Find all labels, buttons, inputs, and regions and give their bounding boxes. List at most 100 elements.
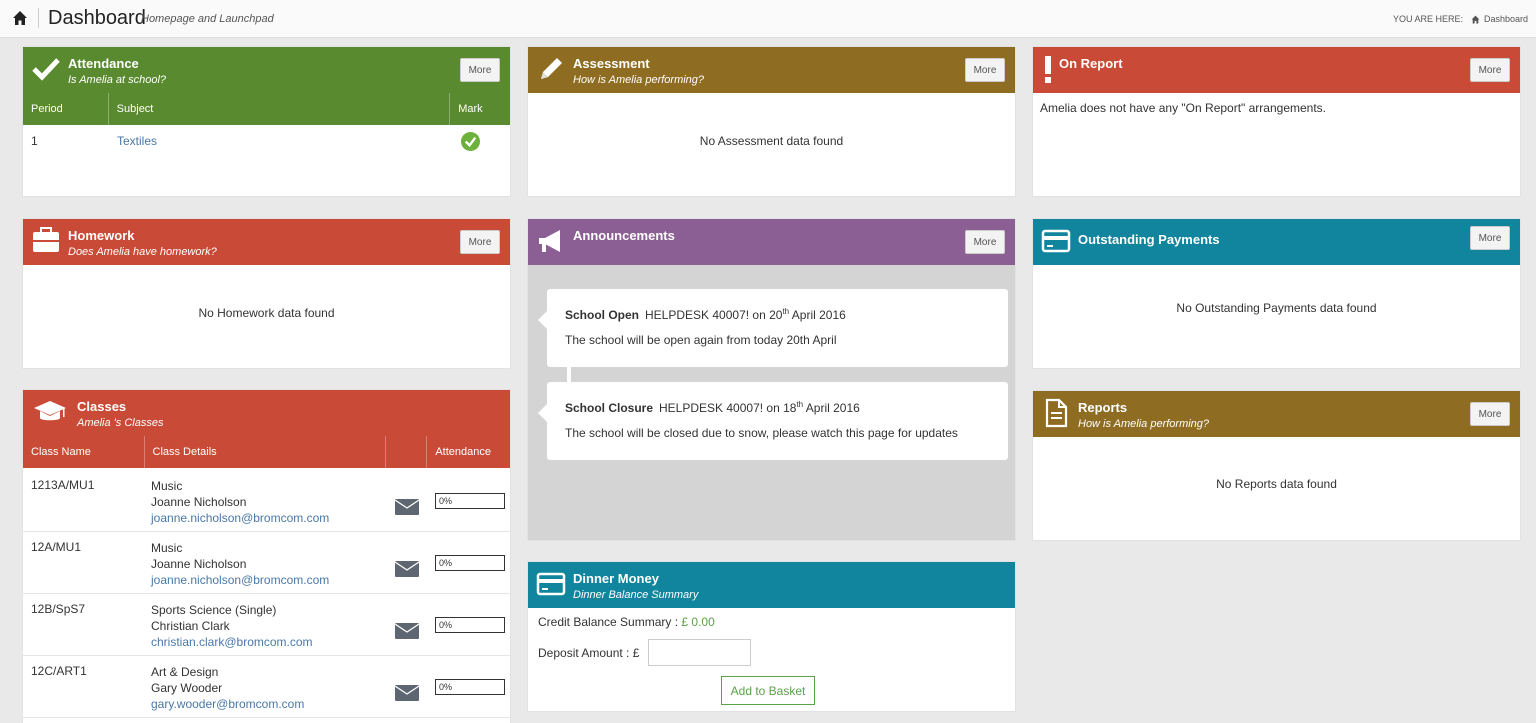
attendance-progress-bar: 0% <box>435 555 505 571</box>
announcement-source: HELPDESK 40007! on 20 <box>645 308 783 322</box>
class-teacher: Joanne Nicholson <box>151 557 247 571</box>
on-report-header: On Report More <box>1033 47 1520 93</box>
assessment-more-button[interactable]: More <box>965 58 1005 82</box>
top-bar: Dashboard Homepage and Launchpad YOU ARE… <box>0 0 1536 38</box>
divider <box>38 8 39 28</box>
empty-message: No Homework data found <box>198 306 335 320</box>
briefcase-icon <box>33 227 59 252</box>
class-subject: Music <box>151 541 183 555</box>
class-details: Sports Science (Single) Christian Clark … <box>151 602 313 650</box>
home-icon[interactable] <box>12 10 28 26</box>
announcement-card[interactable]: School Closure HELPDESK 40007! on 18th Ap… <box>538 382 1008 460</box>
attendance-table-header: Period Subject Mark <box>23 93 510 125</box>
graduation-cap-icon <box>34 401 66 421</box>
announcement-title: School Closure <box>565 401 654 415</box>
date-ordinal: th <box>796 400 804 409</box>
class-details: Art & Design Gary Wooder gary.wooder@bro… <box>151 664 304 712</box>
attendance-progress-bar: 0% <box>435 493 505 509</box>
classes-subtitle: Amelia 's Classes <box>77 417 164 429</box>
add-to-basket-button[interactable]: Add to Basket <box>721 676 815 705</box>
card-pointer <box>538 311 547 329</box>
column-header: Class Name <box>23 436 145 468</box>
announcement-heading: School Closure HELPDESK 40007! on 18th Ap… <box>565 400 860 415</box>
attendance-panel: Attendance Is Amelia at school? More Per… <box>22 46 511 197</box>
period-cell: 1 <box>31 134 38 148</box>
dinner-money-panel: Dinner Money Dinner Balance Summary Cred… <box>527 561 1016 712</box>
empty-message: No Outstanding Payments data found <box>1176 301 1377 315</box>
page-title: Dashboard <box>48 7 146 29</box>
credit-card-icon <box>536 572 566 596</box>
deposit-amount-input[interactable] <box>648 639 751 666</box>
announcement-date: April 2016 <box>805 401 860 415</box>
homework-more-button[interactable]: More <box>460 230 500 254</box>
class-subject: Art & Design <box>151 665 219 679</box>
reports-header: Reports How is Amelia performing? More <box>1033 391 1520 437</box>
announcements-title: Announcements <box>573 228 675 243</box>
announcements-more-button[interactable]: More <box>965 230 1005 254</box>
reports-title: Reports <box>1078 400 1128 415</box>
attendance-title: Attendance <box>68 56 139 71</box>
class-name: 12A/MU1 <box>31 540 82 554</box>
homework-panel: Homework Does Amelia have homework? More… <box>22 218 511 369</box>
column-header <box>386 436 428 468</box>
empty-message: No Reports data found <box>1216 477 1337 491</box>
class-subject: Music <box>151 479 183 493</box>
announcement-body: The school will be open again from today… <box>565 333 837 347</box>
class-teacher: Joanne Nicholson <box>151 495 247 509</box>
envelope-icon[interactable] <box>395 561 419 577</box>
on-report-more-button[interactable]: More <box>1470 58 1510 82</box>
announcement-heading: School Open HELPDESK 40007! on 20th April… <box>565 307 846 322</box>
breadcrumb: YOU ARE HERE: Dashboard <box>1393 14 1528 24</box>
assessment-title: Assessment <box>573 56 650 71</box>
attendance-more-button[interactable]: More <box>460 58 500 82</box>
credit-balance-line: Credit Balance Summary : £ 0.00 <box>538 615 715 629</box>
teacher-email-link[interactable]: joanne.nicholson@bromcom.com <box>151 572 329 588</box>
deposit-amount-label: Deposit Amount : £ <box>538 646 640 660</box>
date-ordinal: th <box>782 307 790 316</box>
classes-header: Classes Amelia 's Classes <box>23 390 510 436</box>
teacher-email-link[interactable]: christian.clark@bromcom.com <box>151 634 313 650</box>
attendance-subtitle: Is Amelia at school? <box>68 74 167 86</box>
teacher-email-link[interactable]: joanne.nicholson@bromcom.com <box>151 510 329 526</box>
homework-subtitle: Does Amelia have homework? <box>68 246 217 258</box>
card-pointer <box>538 404 547 422</box>
table-row: 12B/SpS7 Sports Science (Single) Christi… <box>23 594 510 656</box>
announcement-card[interactable]: School Open HELPDESK 40007! on 20th April… <box>538 289 1008 367</box>
classes-table-header: Class Name Class Details Attendance <box>23 436 510 468</box>
announcement-source: HELPDESK 40007! on 18 <box>659 401 797 415</box>
attendance-header: Attendance Is Amelia at school? More <box>23 47 510 93</box>
class-name: 12C/ART1 <box>31 664 87 678</box>
outstanding-payments-title: Outstanding Payments <box>1078 232 1220 247</box>
class-details: Music Joanne Nicholson joanne.nicholson@… <box>151 478 329 526</box>
envelope-icon[interactable] <box>395 623 419 639</box>
credit-card-icon <box>1041 229 1071 253</box>
empty-message: No Assessment data found <box>699 134 844 148</box>
reports-panel: Reports How is Amelia performing? More N… <box>1032 390 1521 541</box>
column-header: Period <box>23 93 109 125</box>
class-subject: Sports Science (Single) <box>151 603 277 617</box>
homework-title: Homework <box>68 228 135 243</box>
table-row: 1213A/MU1 Music Joanne Nicholson joanne.… <box>23 470 510 532</box>
announcements-panel: Announcements More School Open HELPDESK 4… <box>527 218 1016 541</box>
dinner-money-header: Dinner Money Dinner Balance Summary <box>528 562 1015 608</box>
dinner-money-title: Dinner Money <box>573 571 659 586</box>
announcement-title: School Open <box>565 308 640 322</box>
assessment-subtitle: How is Amelia performing? <box>573 74 705 86</box>
teacher-email-link[interactable]: gary.wooder@bromcom.com <box>151 696 304 712</box>
on-report-panel: On Report More Amelia does not have any … <box>1032 46 1521 197</box>
envelope-icon[interactable] <box>395 685 419 701</box>
attendance-progress-bar: 0% <box>435 679 505 695</box>
assessment-panel: Assessment How is Amelia performing? Mor… <box>527 46 1016 197</box>
class-teacher: Christian Clark <box>151 619 230 633</box>
subject-link[interactable]: Textiles <box>117 134 157 148</box>
outstanding-payments-more-button[interactable]: More <box>1470 226 1510 250</box>
envelope-icon[interactable] <box>395 499 419 515</box>
announcements-header: Announcements More <box>528 219 1015 265</box>
class-name: 1213A/MU1 <box>31 478 95 492</box>
table-row: 1 Textiles <box>23 125 510 155</box>
breadcrumb-link-dashboard[interactable]: Dashboard <box>1484 14 1528 24</box>
on-report-message: Amelia does not have any "On Report" arr… <box>1040 101 1327 115</box>
reports-more-button[interactable]: More <box>1470 402 1510 426</box>
dinner-money-subtitle: Dinner Balance Summary <box>573 589 699 601</box>
checkmark-icon <box>32 58 60 81</box>
